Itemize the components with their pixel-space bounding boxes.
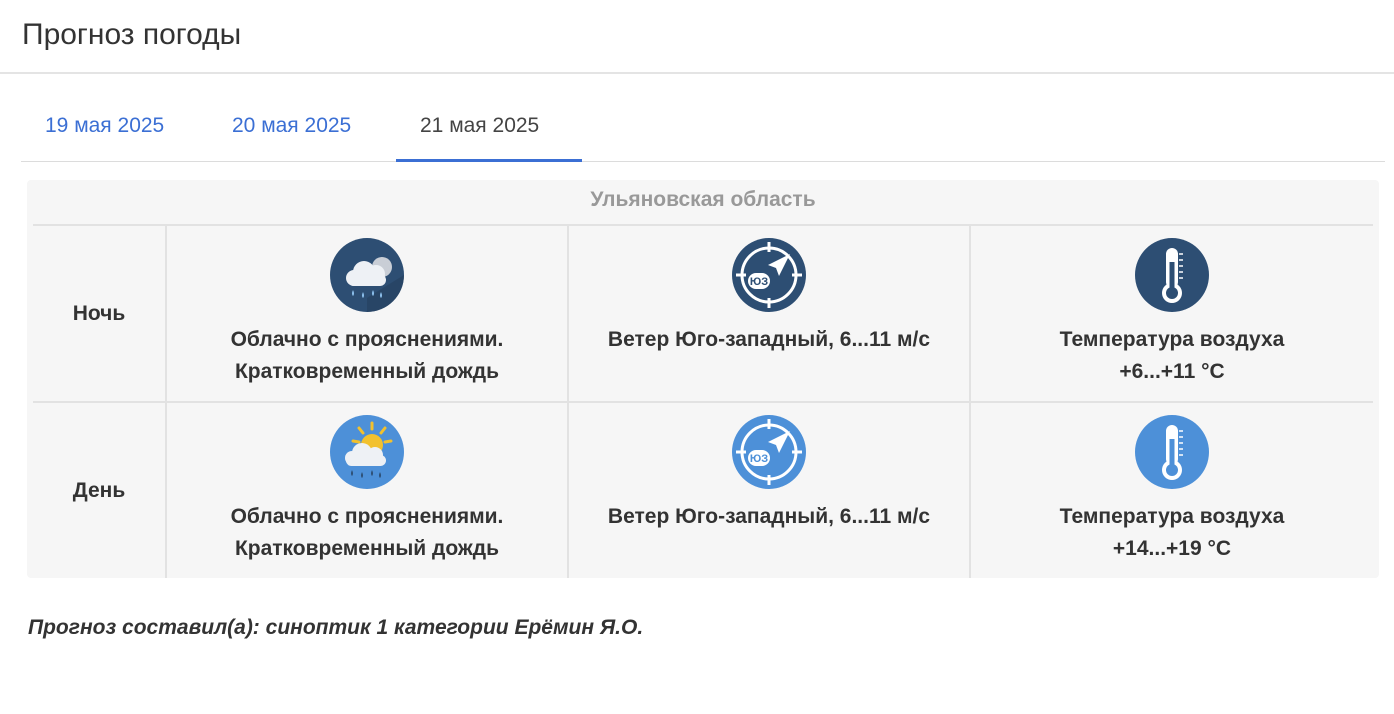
- weather-cell: Облачно с прояснениями. Кратковременный …: [167, 226, 569, 401]
- page-header: Прогноз погоды: [0, 0, 1394, 74]
- wind-cell: ЮЗ Ветер Юго-западный, 6...11 м/с: [569, 403, 971, 578]
- period-label: День: [72, 478, 126, 502]
- thermometer-icon: [1135, 415, 1209, 489]
- forecast-row-day: День Облачно с прояснениями. Кратковреме…: [33, 401, 1373, 578]
- wind-text: Ветер Юго-западный, 6...11 м/с: [607, 505, 931, 528]
- svg-text:ЮЗ: ЮЗ: [750, 276, 768, 288]
- tab-19-may[interactable]: 19 мая 2025: [21, 100, 208, 161]
- period-label-cell: Ночь: [33, 226, 167, 401]
- wind-compass-icon: ЮЗ: [732, 415, 806, 489]
- cloud-rain-night-icon: [330, 238, 404, 312]
- temperature-cell: Температура воздуха +14...+19 °С: [971, 403, 1373, 578]
- svg-text:ЮЗ: ЮЗ: [750, 453, 768, 465]
- region-title: Ульяновская область: [590, 188, 816, 211]
- wind-compass-icon: ЮЗ: [732, 238, 806, 312]
- weather-cell: Облачно с прояснениями. Кратковременный …: [167, 403, 569, 578]
- forecaster-note: Прогноз составил(а): синоптик 1 категори…: [28, 616, 644, 639]
- temperature-cell: Температура воздуха +6...+11 °С: [971, 226, 1373, 401]
- tab-20-may[interactable]: 20 мая 2025: [208, 100, 396, 161]
- date-tabs: 19 мая 2025 20 мая 2025 21 мая 2025: [21, 100, 1385, 162]
- period-label-cell: День: [33, 403, 167, 578]
- forecast-table: Ульяновская область Ночь Облачно с прояс…: [27, 180, 1379, 578]
- sun-cloud-rain-icon: [330, 415, 404, 489]
- wind-text: Ветер Юго-западный, 6...11 м/с: [607, 328, 931, 351]
- wind-cell: ЮЗ Ветер Юго-западный, 6...11 м/с: [569, 226, 971, 401]
- page-title: Прогноз погоды: [22, 18, 242, 51]
- temperature-text: Температура воздуха +6...+11 °С: [1059, 328, 1285, 383]
- period-label: Ночь: [72, 301, 126, 325]
- forecast-row-night: Ночь Облачно с прояснениями. Кратковреме…: [33, 224, 1373, 401]
- temperature-text: Температура воздуха +14...+19 °С: [1059, 505, 1285, 560]
- tab-21-may[interactable]: 21 мая 2025: [396, 100, 582, 162]
- thermometer-icon: [1135, 238, 1209, 312]
- weather-text: Облачно с прояснениями. Кратковременный …: [230, 505, 504, 560]
- weather-text: Облачно с прояснениями. Кратковременный …: [230, 328, 504, 383]
